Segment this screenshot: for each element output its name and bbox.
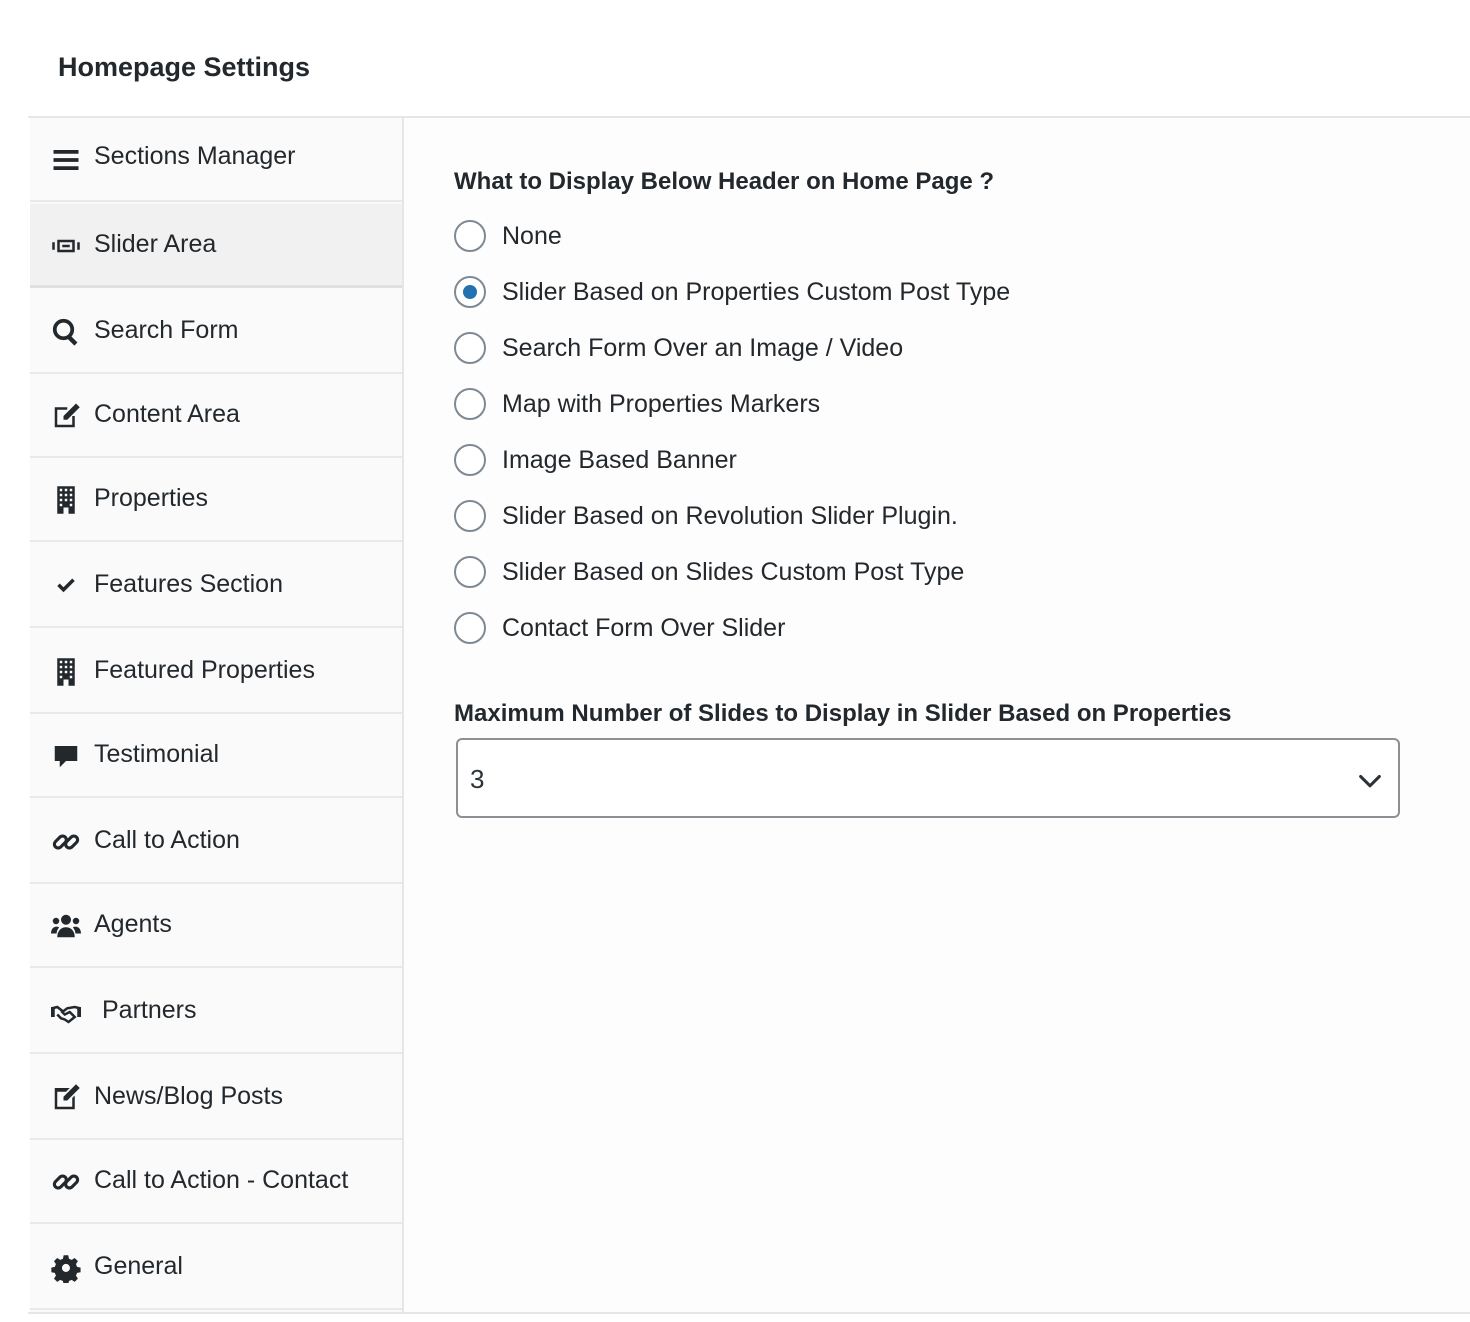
radio-option-search-form-image-video[interactable]: Search Form Over an Image / Video <box>454 330 1154 370</box>
sidebar-item-label: Content Area <box>94 400 240 428</box>
max-slides-label: Maximum Number of Slides to Display in S… <box>454 700 1232 727</box>
radio-option-contact-form-slider[interactable]: Contact Form Over Slider <box>454 610 1154 650</box>
radio-option-revolution-slider[interactable]: Slider Based on Revolution Slider Plugin… <box>454 498 1154 538</box>
sidebar-item-label: Agents <box>94 910 172 938</box>
sidebar-item-content-area[interactable]: Content Area <box>30 374 402 458</box>
radio-button[interactable] <box>454 556 486 588</box>
sidebar-item-call-to-action-contact[interactable]: Call to Action - Contact <box>30 1140 402 1224</box>
building-icon <box>50 656 82 688</box>
sidebar-item-featured-properties[interactable]: Featured Properties <box>30 630 402 714</box>
sidebar-item-label: Slider Area <box>94 230 217 258</box>
comment-icon <box>50 740 82 772</box>
sidebar-item-partners[interactable]: Partners <box>30 970 402 1054</box>
sidebar-item-features-section[interactable]: Features Section <box>30 544 402 628</box>
settings-header: Homepage Settings <box>28 0 1470 118</box>
radio-option-slides-post-type[interactable]: Slider Based on Slides Custom Post Type <box>454 554 1154 594</box>
radio-option-none[interactable]: None <box>454 218 1154 258</box>
sidebar-item-news-blog-posts[interactable]: News/Blog Posts <box>30 1056 402 1140</box>
select-value: 3 <box>470 764 485 794</box>
radio-option-slider-properties[interactable]: Slider Based on Properties Custom Post T… <box>454 274 1154 314</box>
radio-button[interactable] <box>454 220 486 252</box>
radio-button[interactable] <box>454 332 486 364</box>
page-title: Homepage Settings <box>58 52 311 82</box>
radio-option-map-markers[interactable]: Map with Properties Markers <box>454 386 1154 426</box>
link-icon <box>50 826 82 858</box>
check-icon <box>50 570 82 602</box>
search-icon <box>50 316 82 348</box>
sidebar-item-agents[interactable]: Agents <box>30 884 402 968</box>
sidebar-item-label: Sections Manager <box>94 142 296 170</box>
sidebar-item-testimonial[interactable]: Testimonial <box>30 714 402 798</box>
sidebar-item-general[interactable]: General <box>30 1226 402 1310</box>
radio-label: Slider Based on Properties Custom Post T… <box>502 278 1011 306</box>
sidebar-item-properties[interactable]: Properties <box>30 458 402 542</box>
edit-icon <box>50 400 82 432</box>
menu-icon <box>50 144 82 176</box>
settings-sidebar: Sections Manager Slider Area Search Form… <box>30 118 404 1312</box>
radio-button[interactable] <box>454 612 486 644</box>
gear-icon <box>50 1252 82 1284</box>
radio-label: Slider Based on Slides Custom Post Type <box>502 558 965 586</box>
sidebar-item-slider-area[interactable]: Slider Area <box>30 204 402 288</box>
radio-button[interactable] <box>454 276 486 308</box>
radio-button[interactable] <box>454 500 486 532</box>
bottom-divider <box>28 1312 1470 1314</box>
radio-label: Contact Form Over Slider <box>502 614 786 642</box>
sidebar-item-label: Features Section <box>94 570 283 598</box>
max-slides-select[interactable]: 3 <box>456 738 1400 818</box>
sidebar-item-sections-manager[interactable]: Sections Manager <box>30 118 402 202</box>
sidebar-item-label: Call to Action - Contact <box>94 1166 349 1194</box>
radio-label: Search Form Over an Image / Video <box>502 334 904 362</box>
users-icon <box>50 910 82 942</box>
sidebar-item-label: Search Form <box>94 316 239 344</box>
radio-button[interactable] <box>454 388 486 420</box>
sidebar-item-label: General <box>94 1252 183 1280</box>
sidebar-item-label: Partners <box>102 996 197 1024</box>
sidebar-item-search-form[interactable]: Search Form <box>30 290 402 374</box>
chevron-down-icon <box>1359 774 1381 788</box>
sidebar-item-label: News/Blog Posts <box>94 1082 283 1110</box>
sidebar-item-label: Testimonial <box>94 740 220 768</box>
radio-label: Slider Based on Revolution Slider Plugin… <box>502 502 958 530</box>
sidebar-item-label: Properties <box>94 484 208 512</box>
radio-label: Map with Properties Markers <box>502 390 821 418</box>
radio-label: None <box>502 222 562 250</box>
link-icon <box>50 1166 82 1198</box>
radio-label: Image Based Banner <box>502 446 737 474</box>
sidebar-item-label: Call to Action <box>94 826 240 854</box>
settings-panel: What to Display Below Header on Home Pag… <box>404 118 1470 1312</box>
radio-button[interactable] <box>454 444 486 476</box>
radio-option-image-banner[interactable]: Image Based Banner <box>454 442 1154 482</box>
sidebar-item-label: Featured Properties <box>94 656 315 684</box>
building-icon <box>50 484 82 516</box>
slider-icon <box>50 230 82 262</box>
sidebar-item-call-to-action[interactable]: Call to Action <box>30 800 402 884</box>
handshake-icon <box>50 996 82 1028</box>
post-icon <box>50 1082 82 1114</box>
display-below-header-question: What to Display Below Header on Home Pag… <box>454 168 995 195</box>
